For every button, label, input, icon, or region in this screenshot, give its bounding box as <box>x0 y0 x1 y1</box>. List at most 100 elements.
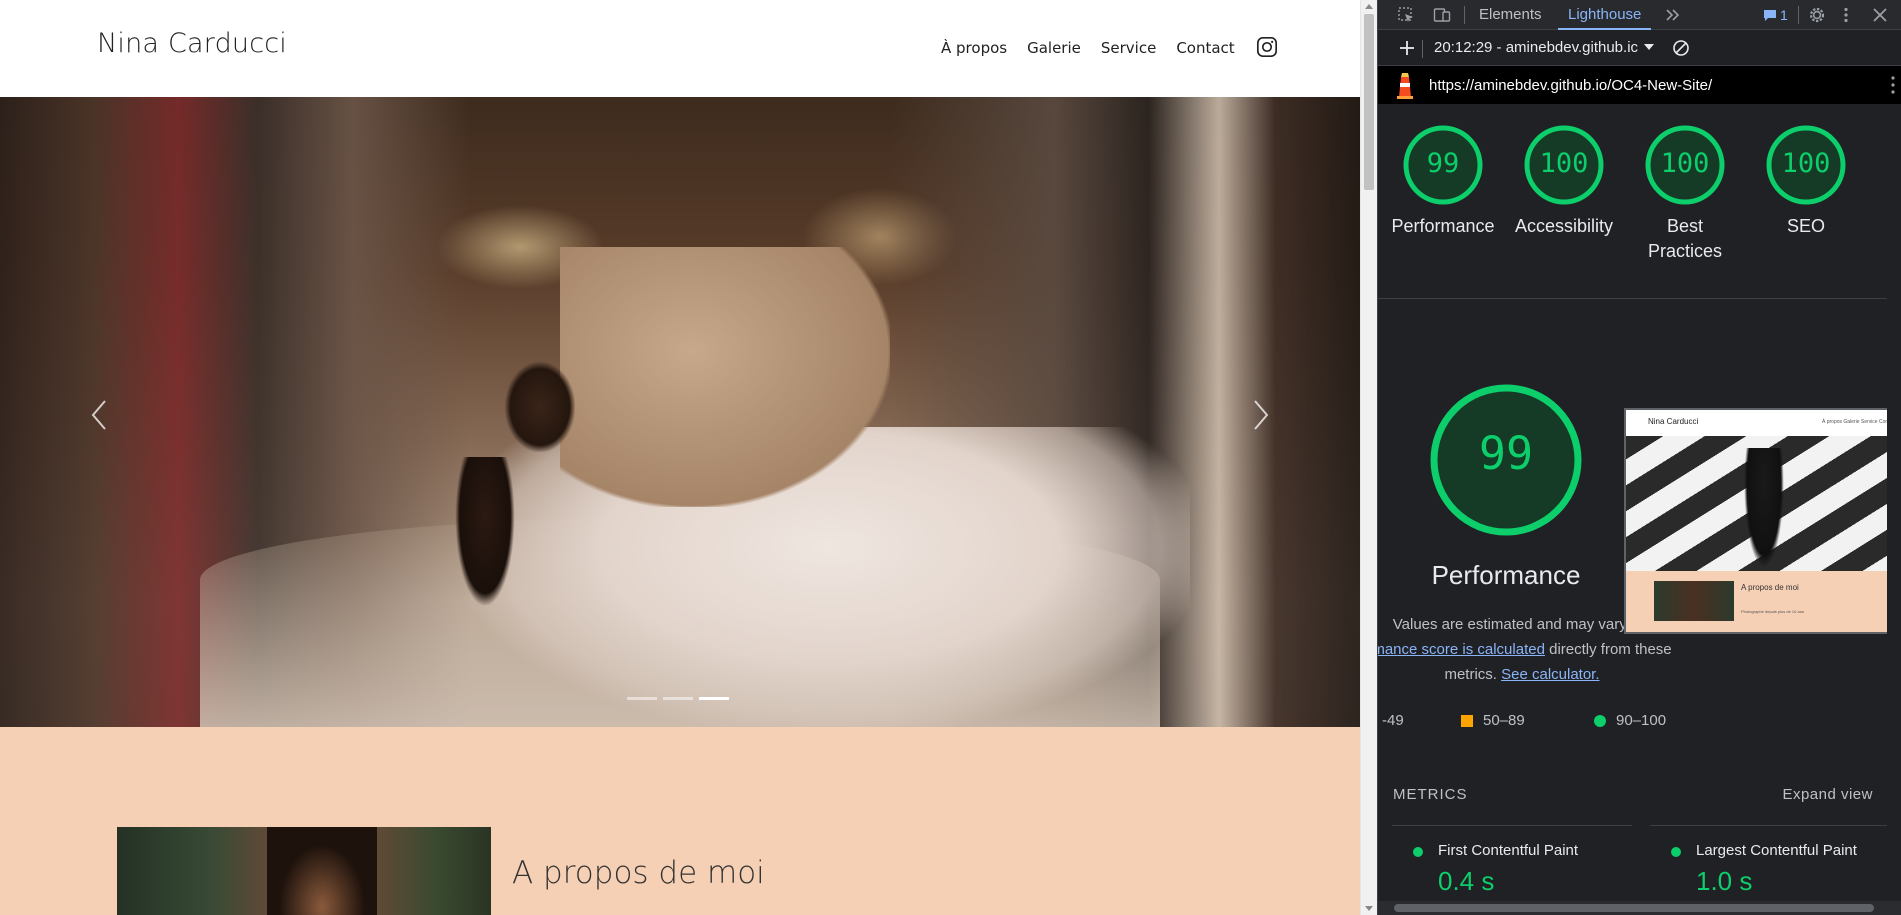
green-circle-icon <box>1671 847 1681 857</box>
site-brand[interactable]: Nina Carducci <box>97 28 287 59</box>
performance-big-score: 99 <box>1478 427 1534 480</box>
expand-view-button[interactable]: Expand view <box>1782 786 1873 803</box>
orange-square-icon <box>1461 714 1473 727</box>
thumbnail-about: A propos de moi Photographe depuis plus … <box>1626 571 1901 632</box>
devtools-tab-bar: Elements Lighthouse 1 <box>1378 0 1901 30</box>
carousel-prev-arrow-icon[interactable] <box>85 395 115 435</box>
metric-fcp-value: 0.4 s <box>1438 866 1495 896</box>
report-dropdown-arrow-icon[interactable] <box>1644 44 1654 50</box>
issues-count: 1 <box>1780 7 1788 23</box>
green-circle-icon <box>1413 847 1423 857</box>
devtools-panel: Elements Lighthouse 1 20:12:29 - aminebd… <box>1377 0 1901 915</box>
green-circle-icon <box>1594 714 1606 727</box>
gauge-seo-label: SEO <box>1786 216 1825 236</box>
more-tabs-chevron-icon[interactable] <box>1664 6 1682 24</box>
thumbnail-header: Nina Carducci À propos Galerie Service C… <box>1626 410 1901 436</box>
tab-divider <box>1464 6 1465 24</box>
nav-link-about[interactable]: À propos <box>941 39 1007 57</box>
page-scrollbar-thumb[interactable] <box>1364 14 1374 190</box>
page-scrollbar[interactable] <box>1360 0 1377 915</box>
report-select[interactable]: 20:12:29 - aminebdev.github.ic <box>1434 39 1638 56</box>
score-scale-legend: -49 50–89 90–100 <box>1378 712 1901 736</box>
clear-reports-icon[interactable] <box>1672 39 1690 57</box>
gauge-accessibility[interactable]: 100 Accessibility <box>1504 124 1624 239</box>
devtools-vertical-scrollbar[interactable] <box>1887 104 1901 901</box>
perf-note-text-1: Values are estimated and may vary. Th <box>1392 616 1652 633</box>
new-report-plus-icon[interactable] <box>1398 39 1416 57</box>
devtools-horizontal-scrollbar-thumb[interactable] <box>1394 904 1874 912</box>
carousel-indicator-2[interactable] <box>663 697 693 700</box>
perf-note-text-3: metrics. <box>1444 666 1502 683</box>
settings-gear-icon[interactable] <box>1808 6 1826 24</box>
hero-image-bride <box>455 457 515 607</box>
gauge-performance[interactable]: 99 Performance <box>1383 124 1503 239</box>
device-toolbar-icon[interactable] <box>1433 6 1451 24</box>
gauge-accessibility-label: Accessibility <box>1514 216 1614 236</box>
about-photo-portrait <box>267 827 377 915</box>
thumbnail-hero-figure <box>1744 448 1784 568</box>
about-title: A propos de moi <box>512 855 765 891</box>
metrics-title: METRICS <box>1393 786 1468 803</box>
gauge-best-practices-value: 100 <box>1660 148 1710 179</box>
inspect-element-icon[interactable] <box>1397 6 1415 24</box>
perf-score-calculated-link[interactable]: mance score is calculated <box>1378 641 1545 658</box>
legend-fail: -49 <box>1382 712 1404 729</box>
metric-fcp-label: First Contentful Paint <box>1438 842 1579 859</box>
thumbnail-nav: À propos Galerie Service Contact <box>1822 419 1897 425</box>
perf-note-text-2: directly from these <box>1544 641 1672 658</box>
lighthouse-toolbar: 20:12:29 - aminebdev.github.ic <box>1378 30 1901 66</box>
thumbnail-about-title: A propos de moi <box>1741 583 1799 592</box>
carousel-indicator-3[interactable] <box>699 697 729 700</box>
scroll-down-icon[interactable] <box>1365 906 1373 911</box>
message-icon <box>1764 9 1776 21</box>
tab-divider <box>1798 6 1799 24</box>
issues-badge[interactable]: 1 <box>1763 7 1788 23</box>
carousel-next-arrow-icon[interactable] <box>1245 395 1275 435</box>
carousel-indicators <box>627 697 729 700</box>
nav-link-gallery[interactable]: Galerie <box>1027 39 1081 57</box>
legend-average-label: 50–89 <box>1483 712 1525 729</box>
hero-image-groom <box>505 362 575 452</box>
gauge-seo-value: 100 <box>1781 148 1831 179</box>
legend-fail-label: -49 <box>1382 712 1404 729</box>
final-screenshot-thumbnail[interactable]: Nina Carducci À propos Galerie Service C… <box>1624 408 1901 634</box>
metric-divider <box>1392 825 1632 826</box>
close-devtools-icon[interactable] <box>1871 6 1889 24</box>
metric-lcp-value: 1.0 s <box>1696 866 1753 896</box>
thumbnail-about-sub: Photographe depuis plus de 10 ans <box>1741 609 1804 614</box>
gauge-best-practices-label: Best Practices <box>1647 216 1723 261</box>
carousel-indicator-1[interactable] <box>627 697 657 700</box>
nav-link-service[interactable]: Service <box>1101 39 1156 57</box>
metrics-header: METRICS Expand view <box>1378 786 1901 812</box>
gauge-seo[interactable]: 100 SEO <box>1746 124 1866 239</box>
scroll-up-icon[interactable] <box>1365 4 1373 9</box>
instagram-icon[interactable] <box>1256 36 1278 58</box>
site-nav: À propos Galerie Service Contact <box>941 36 1278 58</box>
performance-title: Performance <box>1431 560 1581 590</box>
metric-lcp-label: Largest Contentful Paint <box>1696 842 1857 859</box>
metric-divider <box>1650 825 1888 826</box>
nav-link-contact[interactable]: Contact <box>1176 39 1234 57</box>
see-calculator-link[interactable]: See calculator. <box>1501 666 1599 683</box>
legend-average: 50–89 <box>1461 712 1525 729</box>
report-url[interactable]: https://aminebdev.github.io/OC4-New-Site… <box>1429 77 1712 94</box>
thumbnail-about-photo <box>1654 581 1734 621</box>
site-header: Nina Carducci À propos Galerie Service C… <box>0 0 1360 97</box>
tab-elements[interactable]: Elements <box>1479 0 1542 30</box>
tab-lighthouse[interactable]: Lighthouse <box>1557 0 1652 30</box>
website-viewport: Nina Carducci À propos Galerie Service C… <box>0 0 1360 915</box>
lighthouse-logo-icon <box>1397 73 1413 99</box>
thumbnail-brand: Nina Carducci <box>1648 417 1699 426</box>
devtools-horizontal-scrollbar[interactable] <box>1378 901 1901 915</box>
performance-section: 99 Performance Values are estimated and … <box>1378 300 1901 896</box>
legend-pass: 90–100 <box>1594 712 1666 729</box>
more-options-icon[interactable] <box>1837 6 1855 24</box>
toolbar-divider <box>1422 40 1423 58</box>
gauge-best-practices[interactable]: 100 Best Practices <box>1625 124 1745 264</box>
hero-image-suit <box>560 247 890 507</box>
about-section: A propos de moi <box>0 727 1360 915</box>
report-menu-icon[interactable] <box>1891 75 1895 95</box>
report-url-bar: https://aminebdev.github.io/OC4-New-Site… <box>1378 66 1901 104</box>
hero-carousel <box>0 97 1360 727</box>
about-photo <box>117 827 491 915</box>
